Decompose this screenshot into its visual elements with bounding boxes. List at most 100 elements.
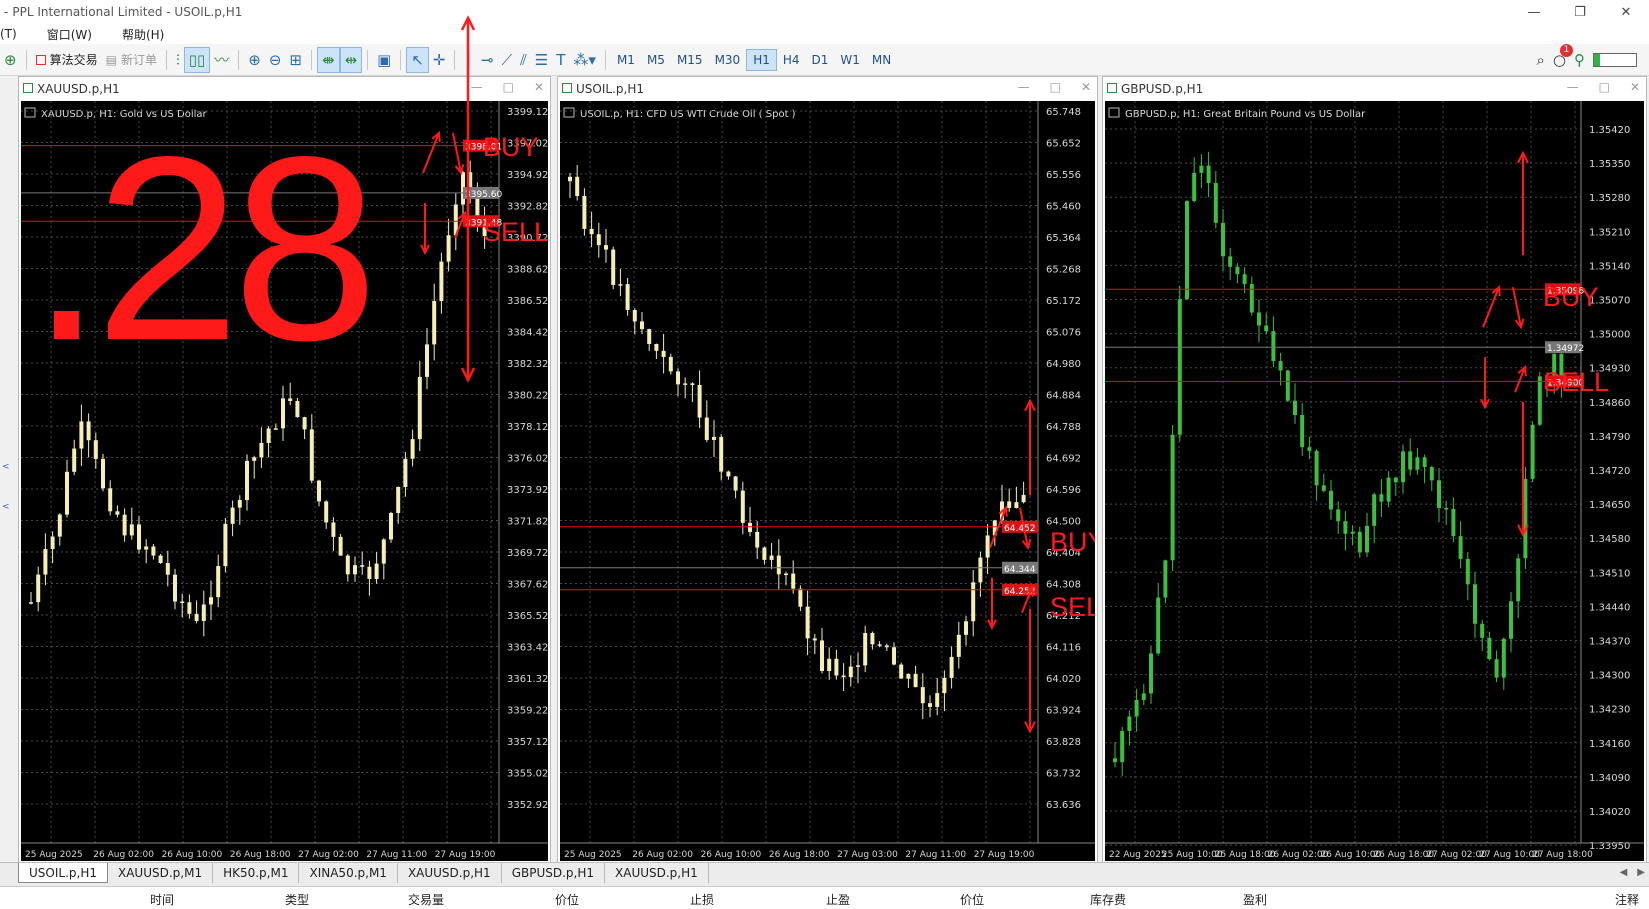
notifications-icon[interactable]: ○ 1 xyxy=(1549,43,1573,73)
auto-scroll-icon[interactable]: ⇼ xyxy=(316,46,340,73)
candle-body xyxy=(1393,477,1398,483)
chart-area[interactable]: GBPUSD.p, H1: Great Britain Pound vs US … xyxy=(1105,101,1644,861)
price-axis-label: 3376.02 xyxy=(507,454,548,465)
column-volume[interactable]: 交易量 xyxy=(408,891,444,908)
column-take-profit[interactable]: 止盈 xyxy=(826,891,850,908)
candle-body xyxy=(575,176,580,197)
scroll-left-icon[interactable]: ◀ xyxy=(1620,867,1628,878)
chart-window-usoil[interactable]: USOIL.p,H1 — □ ✕ USOIL.p, H1: CFD US WTI C… xyxy=(557,76,1098,864)
gbpusd-chart-canvas[interactable]: GBPUSD.p, H1: Great Britain Pound vs US … xyxy=(1105,101,1644,861)
price-axis-label: 64.596 xyxy=(1046,485,1081,496)
restore-button[interactable]: ❐ xyxy=(1557,0,1603,24)
new-order-button[interactable]: ▤ 新订单 xyxy=(102,47,161,73)
algo-trading-button[interactable]: 算法交易 xyxy=(32,47,102,73)
candlestick-chart-icon[interactable]: ▯▯ xyxy=(183,46,211,73)
line-chart-icon[interactable]: 〰 xyxy=(210,47,233,73)
candle-body xyxy=(1185,200,1189,300)
timeframe-m5[interactable]: M5 xyxy=(641,49,671,71)
timeframe-w1[interactable]: W1 xyxy=(834,49,866,71)
shapes-menu-icon[interactable]: ⁂▾ xyxy=(569,47,600,73)
time-axis-label: 27 Aug 18:00 xyxy=(1532,850,1593,860)
candle-body xyxy=(1408,451,1413,470)
menu-bar: (T) 窗口(W) 帮助(H) xyxy=(0,24,1649,44)
close-icon[interactable]: ✕ xyxy=(1081,80,1091,94)
minimize-icon[interactable]: — xyxy=(1018,80,1030,94)
chart-window-header[interactable]: GBPUSD.p,H1 — □ ✕ xyxy=(1103,77,1646,101)
add-chart-icon[interactable]: ⊕ xyxy=(0,47,21,73)
close-button[interactable]: ✕ xyxy=(1603,0,1649,24)
timeframe-d1[interactable]: D1 xyxy=(806,49,835,71)
usoil-chart-canvas[interactable]: USOIL.p, H1: CFD US WTI Crude Oil ( Spot… xyxy=(560,101,1095,861)
candle-body xyxy=(791,573,796,589)
collapse-icon[interactable]: < xyxy=(2,502,10,512)
column-price-current[interactable]: 价位 xyxy=(960,891,984,908)
chart-tab[interactable]: GBPUSD.p,H1 xyxy=(502,863,606,883)
zoom-in-icon[interactable]: ⊕ xyxy=(244,47,265,73)
bar-chart-icon[interactable]: ⫶ xyxy=(172,47,184,73)
chart-tab[interactable]: XINA50.p,M1 xyxy=(299,863,398,883)
candle-body xyxy=(93,440,98,459)
cursor-icon[interactable]: ↖ xyxy=(406,46,429,73)
menu-help[interactable]: 帮助(H) xyxy=(122,26,164,43)
chart-window-xauusd[interactable]: XAUUSD.p,H1 — □ ✕ XAUUSD.p, H1: Gold vs US… xyxy=(18,76,551,864)
chart-tab[interactable]: USOIL.p,H1 xyxy=(18,863,108,883)
chart-window-icon xyxy=(1107,83,1117,93)
timeframe-m30[interactable]: M30 xyxy=(709,49,747,71)
screenshot-icon[interactable]: ▣ xyxy=(373,47,395,73)
tile-windows-icon[interactable]: ⊞ xyxy=(285,47,306,73)
timeframe-mn[interactable]: MN xyxy=(866,49,897,71)
timeframe-m1[interactable]: M1 xyxy=(611,49,641,71)
zoom-out-icon[interactable]: ⊖ xyxy=(265,47,286,73)
column-type[interactable]: 类型 xyxy=(285,891,309,908)
column-stop-loss[interactable]: 止损 xyxy=(690,891,714,908)
column-swap[interactable]: 库存费 xyxy=(1090,891,1126,908)
maximize-icon[interactable]: □ xyxy=(1050,80,1061,94)
candle-body xyxy=(1156,597,1161,654)
candle-body xyxy=(841,675,846,678)
menu-window[interactable]: 窗口(W) xyxy=(47,26,92,43)
column-price[interactable]: 价位 xyxy=(555,891,579,908)
candle-body xyxy=(812,638,817,641)
text-tool-icon[interactable]: T xyxy=(552,47,569,73)
maximize-icon[interactable]: □ xyxy=(503,80,514,94)
chart-shift-icon[interactable]: ⇹ xyxy=(339,46,363,73)
trendline-icon[interactable]: ⟋ xyxy=(498,47,517,73)
timeframe-h4[interactable]: H4 xyxy=(777,49,806,71)
horizontal-line-icon[interactable]: ⊸ xyxy=(477,47,498,73)
maximize-icon[interactable]: □ xyxy=(1599,80,1610,94)
column-time[interactable]: 时间 xyxy=(150,891,174,908)
chart-area[interactable]: XAUUSD.p, H1: Gold vs US Dollar 3399.12 33… xyxy=(21,101,548,861)
crosshair-icon[interactable]: ✛ xyxy=(429,47,450,73)
chart-tab[interactable]: HK50.p,M1 xyxy=(213,863,300,883)
candle-body xyxy=(108,488,113,512)
chart-window-gbpusd[interactable]: GBPUSD.p,H1 — □ ✕ GBPUSD.p, H1: Great Brit… xyxy=(1102,76,1647,864)
xauusd-chart-canvas[interactable]: XAUUSD.p, H1: Gold vs US Dollar 3399.1233… xyxy=(21,101,548,861)
timeframe-m15[interactable]: M15 xyxy=(671,49,709,71)
collapse-icon[interactable]: < xyxy=(2,462,10,472)
column-comment[interactable]: 注释 xyxy=(1615,891,1639,908)
price-axis-label: 64.020 xyxy=(1046,674,1081,685)
close-icon[interactable]: ✕ xyxy=(534,80,544,94)
scroll-right-icon[interactable]: ▶ xyxy=(1637,867,1645,878)
chart-window-header[interactable]: XAUUSD.p,H1 — □ ✕ xyxy=(19,77,550,101)
chart-area[interactable]: USOIL.p, H1: CFD US WTI Crude Oil ( Spot… xyxy=(560,101,1095,861)
minimize-icon[interactable]: — xyxy=(1567,80,1579,94)
close-icon[interactable]: ✕ xyxy=(1630,80,1640,94)
candle-body xyxy=(144,546,149,550)
column-profit[interactable]: 盈利 xyxy=(1243,891,1267,908)
timeframe-h1[interactable]: H1 xyxy=(746,48,777,71)
candle-body xyxy=(79,421,84,449)
chart-tab[interactable]: XAUUSD.p,M1 xyxy=(108,863,214,883)
chart-tab[interactable]: XAUUSD.p,H1 xyxy=(605,863,709,883)
vertical-line-icon[interactable]: ⏐ xyxy=(460,47,477,73)
minimize-button[interactable]: — xyxy=(1511,0,1557,24)
time-axis-label: 25 Aug 2025 xyxy=(25,850,83,860)
equidistant-channel-icon[interactable]: ⫽ xyxy=(516,47,531,73)
minimize-icon[interactable]: — xyxy=(471,80,483,94)
search-icon[interactable]: ⌕ xyxy=(1533,47,1549,73)
fibonacci-icon[interactable]: ☰ xyxy=(531,47,552,73)
chart-tab[interactable]: XAUUSD.p,H1 xyxy=(398,863,502,883)
chart-window-header[interactable]: USOIL.p,H1 — □ ✕ xyxy=(558,77,1097,101)
candle-body xyxy=(302,417,307,430)
menu-tools[interactable]: (T) xyxy=(0,27,17,41)
